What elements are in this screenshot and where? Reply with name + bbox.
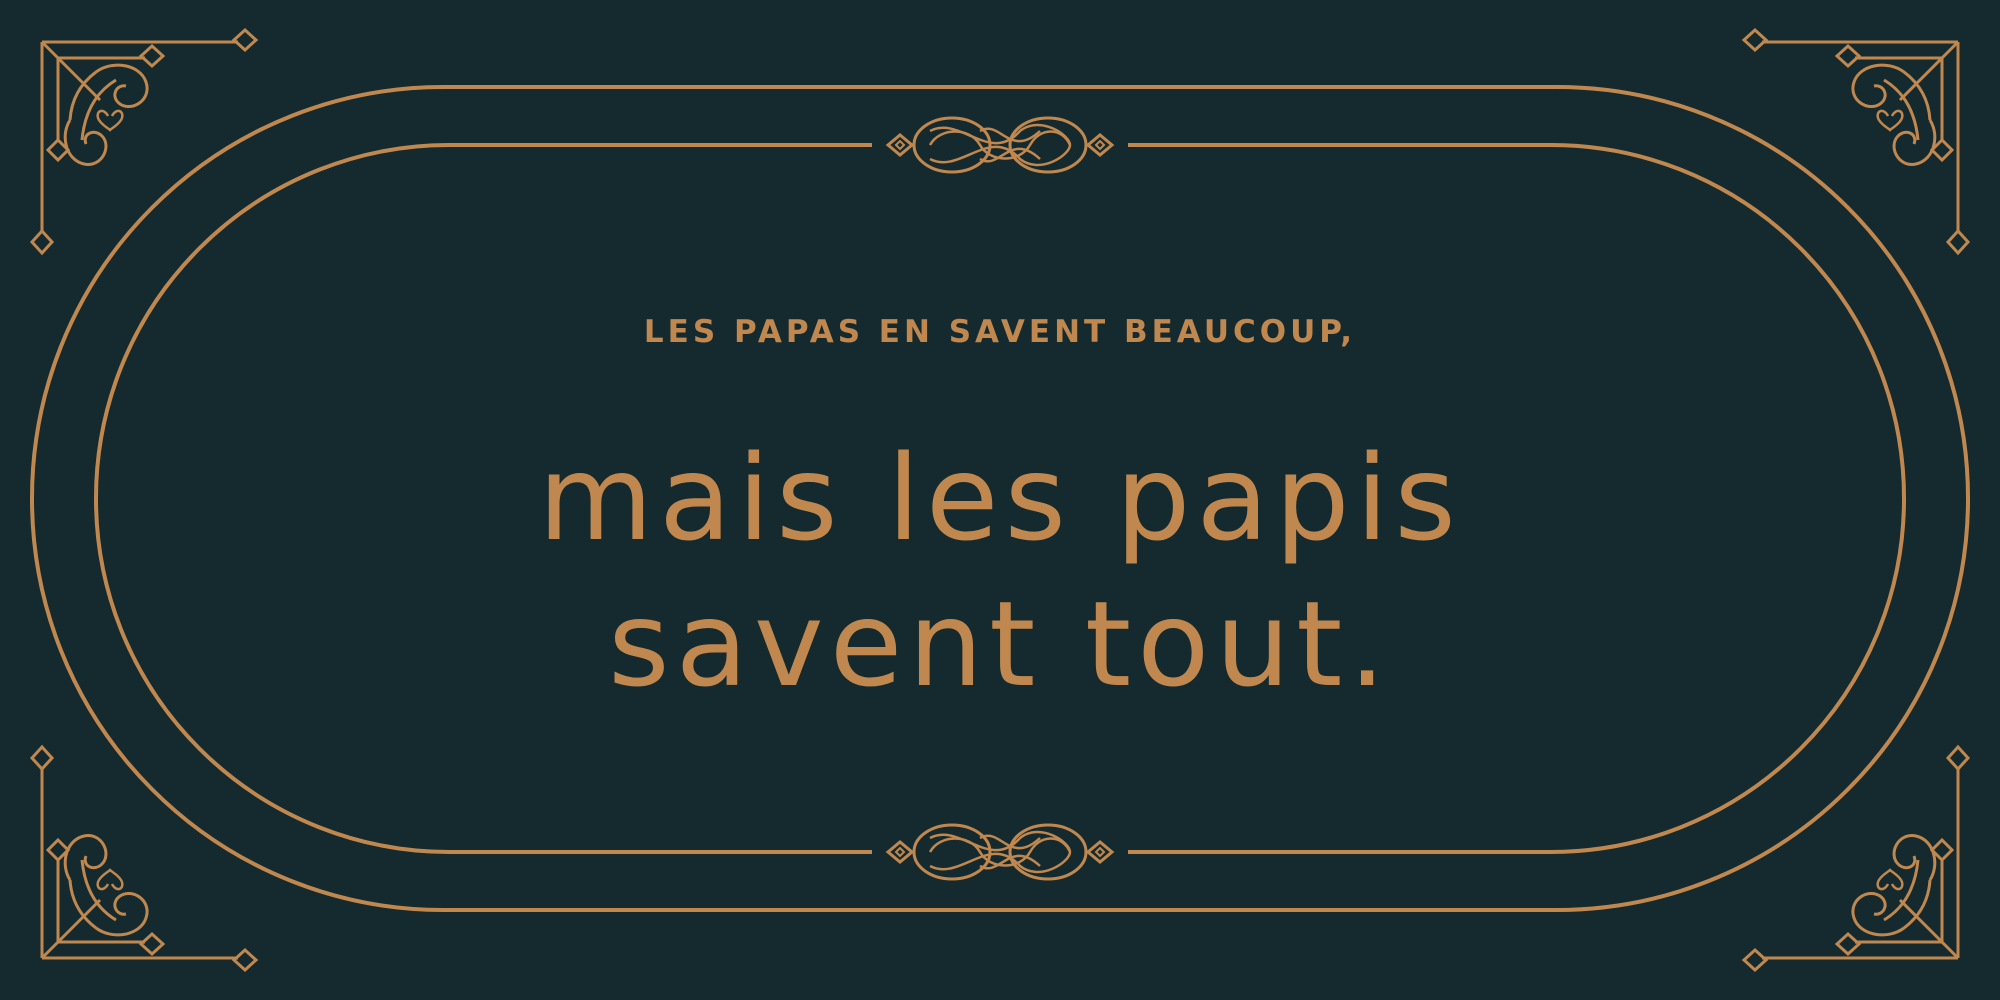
- headline-line-2: savent tout.: [608, 575, 1392, 713]
- top-right-corner-ornament: [1742, 28, 1970, 255]
- headline: mais les papis savent tout.: [0, 425, 2000, 717]
- tagline: LES PAPAS EN SAVENT BEAUCOUP,: [643, 314, 1357, 350]
- headline-line-1: mais les papis: [538, 429, 1462, 567]
- greeting-card: LES PAPAS EN SAVENT BEAUCOUP, mais les p…: [0, 0, 2000, 1000]
- top-left-corner-ornament: [30, 28, 258, 255]
